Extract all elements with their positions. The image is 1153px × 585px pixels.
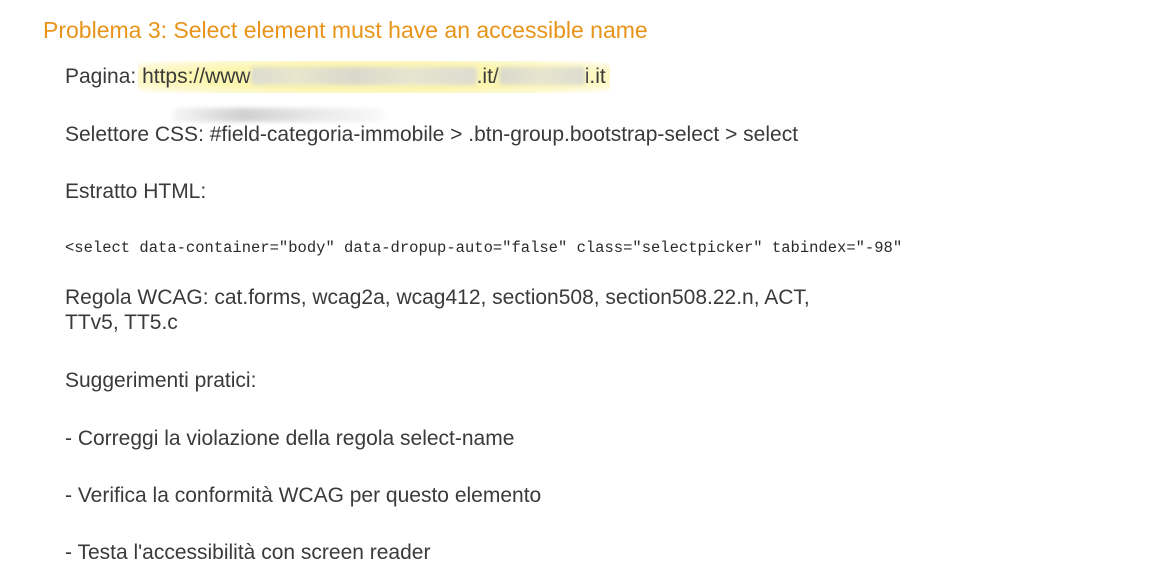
- suggestions-label: Suggerimenti pratici:: [65, 369, 257, 392]
- suggestion-item-2: - Verifica la conformità WCAG per questo…: [65, 484, 542, 507]
- redacted-path-blur: [498, 67, 585, 85]
- wcag-rule-line-2: TTv5, TT5.c: [65, 311, 178, 334]
- wcag-rule-line-1: Regola WCAG: cat.forms, wcag2a, wcag412,…: [65, 286, 810, 309]
- url-middle: .it/: [476, 65, 499, 88]
- suggestion-item-1: - Correggi la violazione della regola se…: [65, 427, 515, 450]
- redaction-smudge: [172, 108, 384, 122]
- html-extract-code: <select data-container="body" data-dropu…: [65, 239, 903, 257]
- html-extract-label: Estratto HTML:: [65, 180, 207, 203]
- problem-title: Problema 3: Select element must have an …: [43, 17, 648, 43]
- page-label: Pagina:: [65, 65, 143, 88]
- page-url-line: Pagina: https://www .it/i.it: [65, 61, 610, 93]
- redacted-domain-blur: [250, 67, 477, 85]
- suggestion-item-3: - Testa l'accessibilità con screen reade…: [65, 541, 431, 564]
- page-url-highlight: https://www .it/i.it: [138, 61, 610, 93]
- url-suffix: i.it: [584, 65, 606, 88]
- css-selector-line: Selettore CSS: #field-categoria-immobile…: [65, 123, 799, 146]
- url-prefix: https://www: [142, 65, 251, 88]
